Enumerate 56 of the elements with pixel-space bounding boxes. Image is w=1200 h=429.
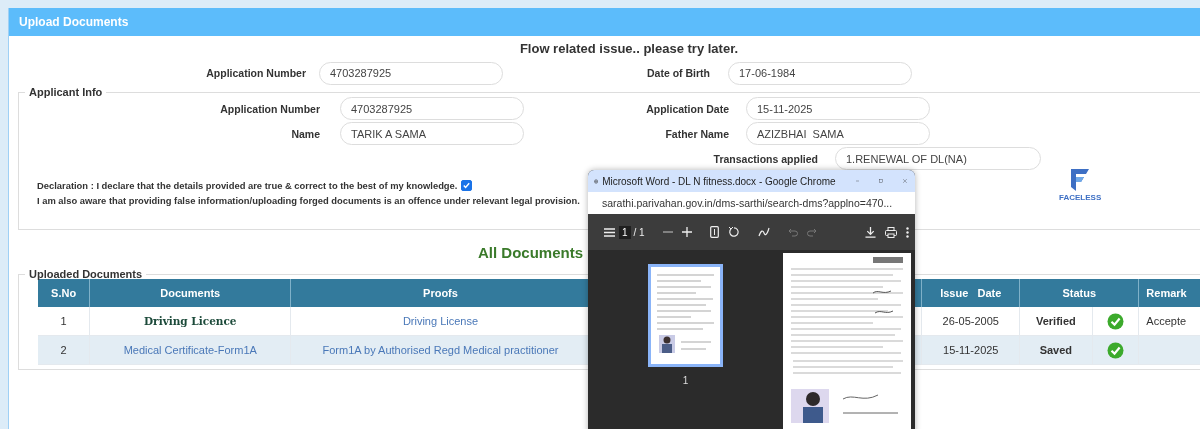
column-header: Remark — [1138, 279, 1200, 307]
input-field[interactable]: 4703287925 — [340, 97, 524, 120]
fieldset-legend: Applicant Info — [25, 86, 107, 98]
fit-page-icon[interactable] — [709, 226, 719, 238]
document-link[interactable]: Medical Certificate-Form1A — [89, 335, 291, 365]
zoom-in-icon[interactable] — [681, 227, 692, 237]
proof-link[interactable]: Form1A by Authorised Regd Medical practitioner — [290, 335, 591, 365]
rotate-icon[interactable] — [727, 226, 740, 238]
error-message: Flow related issue.. please try later. — [518, 40, 740, 58]
column-header: Status — [1019, 279, 1139, 307]
table-cell: Saved — [1019, 335, 1093, 365]
menu-icon[interactable] — [604, 227, 615, 237]
annotate-icon[interactable] — [757, 226, 770, 238]
table-cell: 2 — [38, 335, 90, 365]
table-cell: 1 — [38, 307, 90, 336]
field-label: Father Name — [664, 127, 729, 140]
table-cell: Verified — [1019, 307, 1093, 336]
declaration-text: Declaration : I declare that the details provided are true & correct to the best of my knowledge. — [37, 179, 458, 191]
column-header: Issue Date — [921, 279, 1020, 307]
redo-icon[interactable] — [806, 227, 817, 237]
field-label: Application Number — [219, 102, 320, 115]
table-cell: 15-11-2025 — [921, 335, 1020, 365]
logo-icon — [1069, 167, 1092, 193]
field-label: Date of Birth — [646, 67, 710, 79]
input-field[interactable]: TARIK A SAMA — [340, 122, 524, 145]
field-label: Application Number — [205, 67, 306, 79]
column-header: Documents — [89, 279, 291, 307]
page-total: / 1 — [633, 226, 645, 238]
undo-icon[interactable] — [787, 227, 798, 237]
logo-text: FACELESS — [1059, 193, 1102, 202]
checkbox[interactable] — [461, 179, 473, 191]
table-cell: Accepte — [1138, 307, 1200, 336]
panel-title: Upload Documents — [19, 15, 129, 29]
table-cell: 26-05-2005 — [921, 307, 1020, 336]
field-label: Name — [290, 127, 320, 140]
input-field[interactable]: 15-11-2025 — [746, 97, 930, 120]
download-icon[interactable] — [865, 226, 876, 238]
input-field[interactable]: 17-06-1984 — [728, 61, 912, 85]
section-heading: All Documents — [477, 244, 584, 263]
check-icon — [1107, 341, 1124, 359]
column-header: S.No — [38, 279, 90, 307]
input-field[interactable]: 4703287925 — [319, 61, 503, 85]
notice-text: I am also aware that providing false information/uploading forged documents is an offence under relevant legal provision. — [37, 194, 580, 208]
fieldset-legend: Uploaded Documents — [25, 268, 147, 280]
field-label: Application Date — [645, 102, 729, 115]
window-title: Microsoft Word - DL N fitness.docx - Google Chrome — [602, 175, 836, 187]
table-cell: Driving Licence — [89, 307, 291, 336]
check-icon — [1107, 312, 1124, 330]
input-field[interactable]: 1.RENEWAL OF DL(NA) — [835, 147, 1041, 170]
column-header: Proofs — [290, 279, 591, 307]
more-icon[interactable] — [906, 226, 909, 238]
input-field[interactable]: AZIZBHAI SAMA — [746, 122, 930, 145]
thumbnail-label: 1 — [682, 375, 689, 386]
page-number-field[interactable]: 1 — [619, 225, 631, 239]
print-icon[interactable] — [885, 226, 897, 238]
field-label: Transactions applied — [712, 152, 818, 165]
